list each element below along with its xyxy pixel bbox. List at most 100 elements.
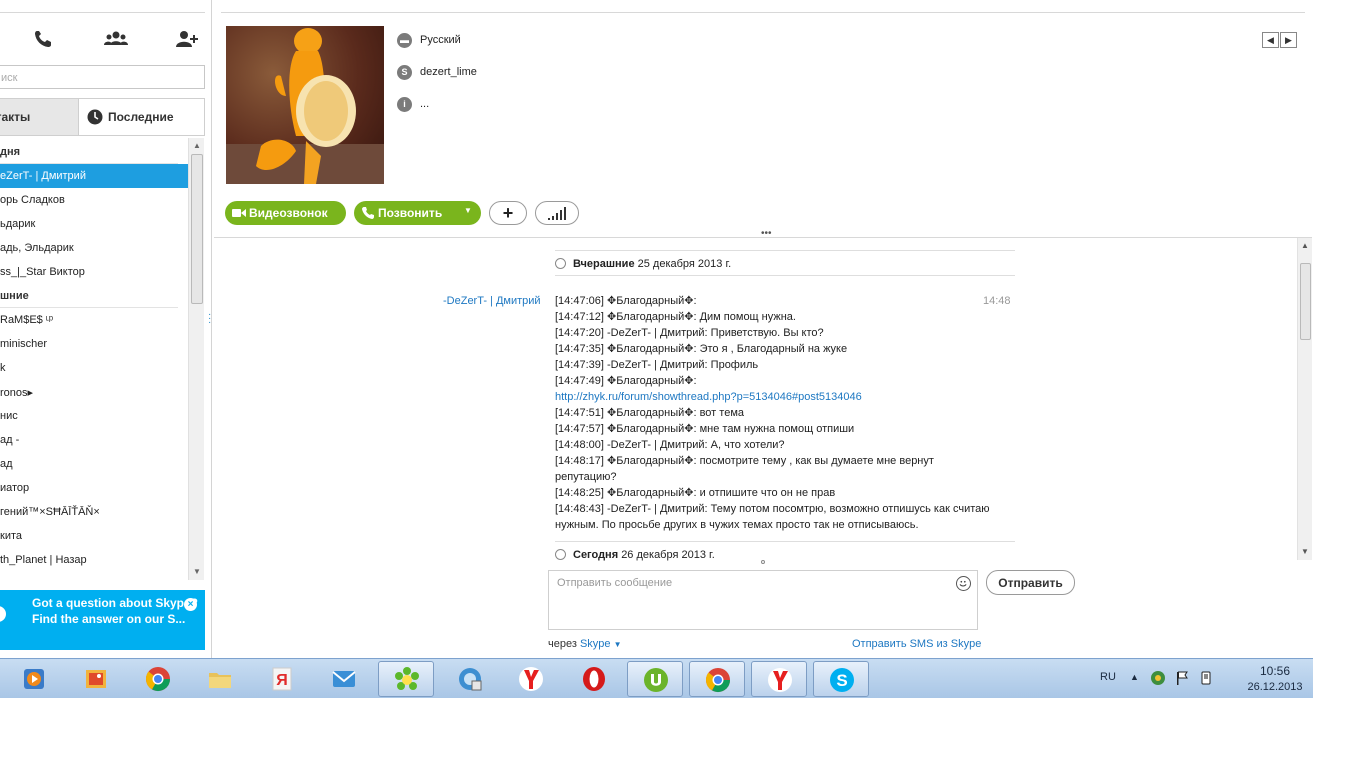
list-item[interactable]: ronos▸ [0, 380, 188, 404]
message-line: [14:47:20] -DeZerT- | Дмитрий: Приветств… [555, 327, 824, 339]
chevron-right-icon[interactable]: ▶ [1280, 32, 1297, 48]
utorrent-icon [644, 668, 668, 692]
list-item[interactable]: k [0, 356, 188, 380]
language-value: Русский [420, 34, 461, 46]
add-button[interactable]: + [489, 201, 527, 225]
taskbar-chrome-2[interactable] [689, 661, 745, 697]
promo-body[interactable]: Find the answer on our S... [32, 611, 205, 627]
sidebar-tabs: онтакты Последние [0, 98, 205, 136]
skype-icon: S [830, 668, 854, 692]
message-link[interactable]: http://zhyk.ru/forum/showthread.php?p=51… [555, 389, 995, 405]
taskbar-skype[interactable]: S [813, 661, 869, 697]
chat-scrollbar[interactable]: ▲ ▼ [1297, 238, 1312, 560]
network-tray-icon[interactable] [1150, 670, 1166, 686]
taskbar-utorrent[interactable] [627, 661, 683, 697]
close-icon[interactable]: × [184, 598, 197, 611]
taskbar-opera[interactable] [566, 661, 622, 697]
taskbar-chrome[interactable] [130, 661, 186, 697]
list-item[interactable]: иатор [0, 476, 188, 500]
skype-name-value: dezert_lime [420, 66, 477, 78]
list-item[interactable]: minischer [0, 332, 188, 356]
promo-banner[interactable]: Got a question about Skype? Find the ans… [0, 590, 205, 650]
pane-splitter[interactable]: · · · [208, 310, 212, 328]
chevron-up-icon[interactable]: ▲ [1130, 672, 1139, 682]
scroll-up-icon[interactable]: ▲ [193, 141, 201, 150]
recent-list: дня eZerT- | Дмитрий орь Сладков ьдарик … [0, 140, 188, 582]
taskbar-mail[interactable] [316, 661, 372, 697]
list-item[interactable]: адь, Эльдарик [0, 236, 188, 260]
taskbar-yandex-browser[interactable]: Я [254, 661, 310, 697]
call-button[interactable]: Позвонить ▼ [354, 201, 481, 225]
scroll-down-icon[interactable]: ▼ [193, 567, 201, 576]
call-phone-icon[interactable] [32, 28, 56, 50]
list-item[interactable]: гений™×SĦĀĪŤĀŇ× [0, 500, 188, 524]
list-item[interactable]: орь Сладков [0, 188, 188, 212]
contact-list-scrollbar[interactable]: ▲ ▼ [188, 138, 204, 580]
list-item[interactable]: нис [0, 404, 188, 428]
resize-handle[interactable] [761, 560, 765, 564]
list-item[interactable]: RaM$E$ ᶫᵖ [0, 308, 188, 332]
list-item[interactable]: th_Planet | Назар [0, 548, 188, 572]
promo-title: Got a question about Skype? [32, 596, 199, 610]
message-sender[interactable]: -DeZerT- | Дмитрий [443, 295, 541, 307]
via-link[interactable]: Skype [580, 638, 611, 650]
group-icon[interactable] [104, 28, 128, 50]
taskbar: Я S RU ▲ 10:56 26.12.2013 [0, 658, 1313, 698]
message-input[interactable]: Отправить сообщение [548, 570, 978, 630]
scroll-up-icon[interactable]: ▲ [1301, 241, 1309, 250]
video-call-button[interactable]: Видеозвонок [225, 201, 346, 225]
clock-icon [555, 258, 566, 269]
send-button[interactable]: Отправить [986, 570, 1075, 595]
video-call-label: Видеозвонок [249, 206, 328, 220]
day-label: Сегодня [573, 549, 619, 561]
add-contact-icon[interactable] [175, 28, 199, 50]
info-icon: i [397, 97, 412, 112]
list-item[interactable]: ss_|_Star Виктор [0, 260, 188, 284]
taskbar-gallery[interactable] [68, 661, 124, 697]
clock-date[interactable]: 26.12.2013 [1245, 681, 1305, 693]
taskbar-media-player[interactable] [6, 661, 62, 697]
clock-time[interactable]: 10:56 [1245, 664, 1305, 678]
list-item[interactable]: кита [0, 524, 188, 548]
media-player-icon [24, 669, 44, 689]
taskbar-icq[interactable] [378, 661, 434, 697]
flag-icon[interactable] [1174, 670, 1190, 686]
day-header-yesterday: Вчерашние 25 декабря 2013 г. [555, 250, 1015, 276]
taskbar-yandex[interactable] [503, 661, 559, 697]
scroll-thumb[interactable] [1300, 263, 1311, 340]
divider [221, 12, 1305, 13]
list-item[interactable]: ад - [0, 428, 188, 452]
message-line: [14:47:12] ✥Благодарный✥: Дим помощ нужн… [555, 311, 796, 323]
list-item[interactable]: ьдарик [0, 212, 188, 236]
list-item[interactable]: eZerT- | Дмитрий [0, 164, 188, 188]
gallery-icon [86, 670, 106, 688]
svg-text:Я: Я [276, 672, 288, 689]
device-icon[interactable] [1198, 670, 1214, 686]
send-sms-link[interactable]: Отправить SMS из Skype [852, 638, 981, 650]
scroll-thumb[interactable] [191, 154, 203, 304]
chevron-left-icon[interactable]: ◀ [1262, 32, 1279, 48]
tab-recent[interactable]: Последние [80, 99, 204, 135]
mail-icon [332, 671, 356, 687]
svg-text:S: S [836, 671, 847, 690]
taskbar-explorer[interactable] [192, 661, 248, 697]
taskbar-yandex-2[interactable] [751, 661, 807, 697]
system-tray: RU ▲ 10:56 26.12.2013 [1090, 659, 1313, 699]
phone-icon [362, 207, 374, 219]
language-indicator[interactable]: RU [1100, 671, 1116, 683]
taskbar-network[interactable] [442, 661, 498, 697]
emoticon-icon[interactable] [956, 576, 971, 591]
plus-icon: + [502, 203, 514, 223]
scroll-down-icon[interactable]: ▼ [1301, 547, 1309, 556]
tab-contacts[interactable]: онтакты [0, 99, 79, 135]
send-via: через Skype ▼ [548, 638, 622, 650]
folder-icon [209, 673, 231, 688]
signal-icon [548, 207, 566, 220]
call-quality-button[interactable] [535, 201, 579, 225]
chevron-down-icon[interactable]: ▼ [464, 206, 472, 215]
yandex-icon [519, 667, 543, 691]
list-item[interactable]: ад [0, 452, 188, 476]
chevron-down-icon[interactable]: ▼ [614, 640, 622, 649]
clock-icon [87, 109, 103, 125]
search-input[interactable]: иск [0, 65, 205, 89]
